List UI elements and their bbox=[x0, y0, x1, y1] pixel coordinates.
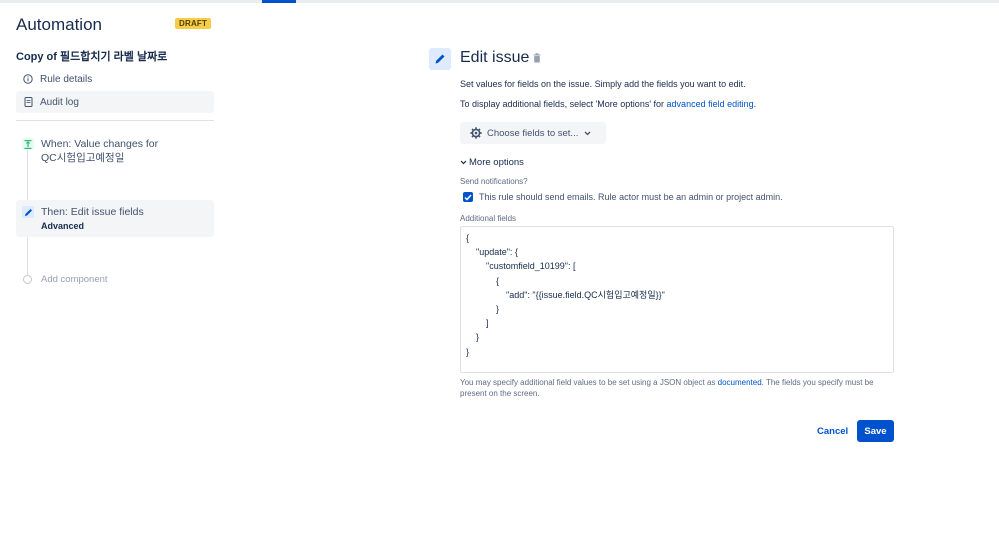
additional-fields-label: Additional fields bbox=[460, 214, 517, 223]
nav-label: Rule details bbox=[40, 73, 93, 85]
choose-fields-button[interactable]: Choose fields to set... bbox=[460, 122, 606, 144]
save-button[interactable]: Save bbox=[857, 420, 894, 442]
component-sub: Advanced bbox=[41, 221, 85, 231]
json-line: { bbox=[466, 275, 500, 286]
component-sub: QC시험입고예정일 bbox=[41, 152, 125, 164]
component-label: When: Value changes for bbox=[41, 138, 159, 150]
chevron-down-icon bbox=[460, 160, 467, 165]
add-component-dot[interactable] bbox=[23, 275, 32, 284]
gear-icon bbox=[470, 127, 482, 139]
component-label: Then: Edit issue fields bbox=[41, 206, 144, 218]
more-options-toggle[interactable]: More options bbox=[460, 157, 524, 168]
json-line: ] bbox=[466, 318, 489, 329]
nav-label: Audit log bbox=[40, 96, 79, 108]
divider bbox=[16, 120, 214, 121]
pencil-icon bbox=[22, 206, 34, 218]
active-tab-indicator bbox=[262, 0, 296, 3]
sidebar: Automation DRAFT Copy of 필드합치기 라벨 날짜로 Ru… bbox=[0, 0, 230, 557]
json-line: "add": "{{issue.field.QC시험입고예정일}}" bbox=[466, 289, 665, 300]
draft-badge: DRAFT bbox=[175, 18, 212, 29]
document-icon bbox=[16, 97, 40, 107]
rule-name: Copy of 필드합치기 라벨 날짜로 bbox=[16, 51, 168, 63]
component-action[interactable]: Then: Edit issue fields Advanced bbox=[16, 200, 214, 237]
desc-suffix: . bbox=[753, 99, 757, 109]
json-line: } bbox=[466, 304, 500, 315]
nav-audit-log[interactable]: Audit log bbox=[16, 91, 214, 113]
send-notifications-text: This rule should send emails. Rule actor… bbox=[479, 192, 783, 202]
chevron-down-icon bbox=[584, 131, 591, 136]
json-line: } bbox=[466, 346, 470, 357]
description-advanced: To display additional fields, select 'Mo… bbox=[460, 99, 756, 109]
nav-rule-details[interactable]: Rule details bbox=[16, 68, 214, 90]
help-prefix: You may specify additional field values … bbox=[460, 378, 718, 387]
additional-fields-textarea[interactable]: { "update": { "customfield_10199": [ { "… bbox=[460, 226, 894, 373]
choose-fields-label: Choose fields to set... bbox=[487, 127, 579, 139]
send-notifications-label: Send notifications? bbox=[460, 177, 528, 186]
component-trigger[interactable]: When: Value changes for QC시험입고예정일 bbox=[16, 134, 214, 174]
documented-link[interactable]: documented bbox=[718, 378, 762, 387]
desc-prefix: To display additional fields, select 'Mo… bbox=[460, 99, 667, 109]
info-icon bbox=[16, 74, 40, 84]
trigger-icon bbox=[22, 138, 34, 150]
description: Set values for fields on the issue. Simp… bbox=[460, 79, 746, 89]
app-title: Automation bbox=[16, 15, 102, 34]
json-line: "update": { bbox=[466, 247, 518, 258]
more-options-label: More options bbox=[469, 157, 524, 168]
cancel-button[interactable]: Cancel bbox=[812, 420, 853, 442]
json-line: "customfield_10199": [ bbox=[466, 261, 576, 272]
page-title: Edit issue bbox=[460, 49, 530, 66]
pencil-icon bbox=[429, 48, 451, 70]
trash-icon[interactable] bbox=[533, 53, 541, 66]
add-component-button[interactable]: Add component bbox=[41, 274, 108, 285]
help-text: You may specify additional field values … bbox=[460, 377, 894, 399]
json-line: { bbox=[466, 233, 470, 243]
send-notifications-checkbox[interactable] bbox=[463, 192, 473, 202]
json-line: } bbox=[466, 332, 480, 343]
advanced-field-editing-link[interactable]: advanced field editing bbox=[667, 99, 754, 109]
